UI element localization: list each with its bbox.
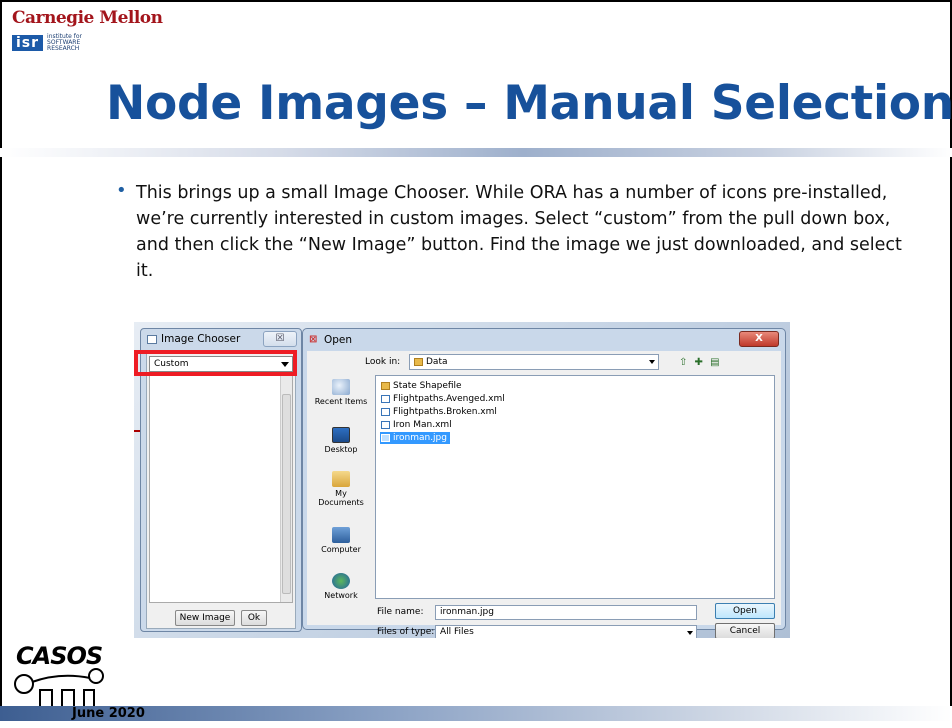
desktop-icon xyxy=(332,427,350,443)
places-bar: Recent Items Desktop My Documents Comput… xyxy=(313,377,369,600)
folder-icon xyxy=(414,358,423,366)
bullet-text: This brings up a small Image Chooser. Wh… xyxy=(136,183,902,281)
xml-file-icon xyxy=(381,421,390,429)
place-desktop[interactable]: Desktop xyxy=(313,427,369,454)
place-my-documents[interactable]: My Documents xyxy=(313,471,369,507)
xml-file-icon xyxy=(381,395,390,403)
title-divider xyxy=(0,148,952,157)
file-name-field[interactable]: ironman.jpg xyxy=(435,605,697,620)
look-in-value: Data xyxy=(426,357,448,367)
network-icon xyxy=(332,573,350,589)
open-dialog-window: ⊠ Open X Look in: Data ⇧ ✚ ▤ Recent Item… xyxy=(302,328,786,638)
casos-logo-text: CASOS xyxy=(16,642,103,670)
place-recent-items[interactable]: Recent Items xyxy=(313,379,369,406)
cancel-button[interactable]: Cancel xyxy=(715,623,775,638)
place-computer[interactable]: Computer xyxy=(313,527,369,554)
list-item[interactable]: Flightpaths.Avenged.xml xyxy=(380,393,508,405)
xml-file-icon xyxy=(381,408,390,416)
image-list-scrollbar[interactable] xyxy=(280,376,292,602)
recent-items-icon xyxy=(332,379,350,395)
window-icon xyxy=(147,334,157,344)
look-in-label: Look in: xyxy=(365,357,401,367)
highlight-box xyxy=(134,350,297,376)
list-item-selected[interactable]: ironman.jpg xyxy=(380,432,450,444)
look-in-dropdown[interactable]: Data xyxy=(409,354,659,370)
open-button[interactable]: Open xyxy=(715,603,775,619)
chevron-down-icon xyxy=(649,360,655,364)
scrollbar-thumb[interactable] xyxy=(282,394,291,594)
image-chooser-body: Custom New Image Ok xyxy=(146,353,296,629)
image-chooser-titlebar: Image Chooser xyxy=(147,333,240,345)
cmu-logo: Carnegie Mellon xyxy=(12,8,163,28)
bullet-paragraph: This brings up a small Image Chooser. Wh… xyxy=(118,180,908,284)
open-dialog-body: Look in: Data ⇧ ✚ ▤ Recent Items Desktop xyxy=(307,351,781,638)
toolbar-icons[interactable]: ⇧ ✚ ▤ xyxy=(679,357,722,368)
image-list[interactable] xyxy=(149,375,293,603)
list-item[interactable]: Iron Man.xml xyxy=(380,419,455,431)
slide-title: Node Images – Manual Selection xyxy=(106,76,952,131)
isr-logo: isr institute for SOFTWARE RESEARCH xyxy=(12,34,87,52)
chevron-down-icon xyxy=(687,631,693,635)
close-icon[interactable]: X xyxy=(739,331,779,347)
new-image-button[interactable]: New Image xyxy=(175,610,235,626)
list-item[interactable]: Flightpaths.Broken.xml xyxy=(380,406,500,418)
ok-button[interactable]: Ok xyxy=(241,610,267,626)
isr-text: institute for SOFTWARE RESEARCH xyxy=(47,33,83,52)
open-dialog-titlebar: ⊠ Open xyxy=(309,334,352,346)
place-network[interactable]: Network xyxy=(313,573,369,600)
isr-mark: isr xyxy=(12,35,44,51)
open-dialog-title: Open xyxy=(324,334,353,346)
documents-icon xyxy=(332,471,350,487)
list-item[interactable]: State Shapefile xyxy=(380,380,465,392)
folder-icon xyxy=(381,382,390,390)
file-name-label: File name: xyxy=(377,607,424,617)
files-of-type-dropdown[interactable]: All Files xyxy=(435,625,697,638)
files-of-type-label: Files of type: xyxy=(377,627,435,637)
open-dialog-icon: ⊠ xyxy=(309,334,318,345)
footer-date: June 2020 xyxy=(72,706,145,721)
files-of-type-value: All Files xyxy=(440,627,474,637)
computer-icon xyxy=(332,527,350,543)
image-chooser-title: Image Chooser xyxy=(161,333,241,345)
image-file-icon xyxy=(381,434,390,442)
image-chooser-close-button[interactable]: ☒ xyxy=(263,331,297,347)
embedded-screenshot: Image Chooser ☒ Custom New Image Ok ⊠ Op… xyxy=(134,322,790,638)
file-list[interactable]: State Shapefile Flightpaths.Avenged.xml … xyxy=(375,375,775,599)
